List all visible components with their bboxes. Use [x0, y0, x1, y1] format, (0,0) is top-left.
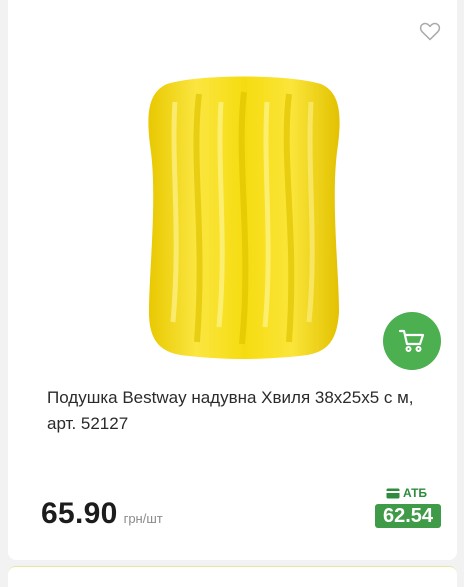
cart-icon	[398, 329, 425, 352]
next-product-card[interactable]	[8, 566, 457, 587]
atb-label-text: АТБ	[403, 486, 428, 500]
favorite-button[interactable]	[418, 19, 442, 43]
heart-icon	[419, 22, 441, 41]
product-title[interactable]: Подушка Bestway надувна Хвиля 38x25x5 с …	[47, 385, 437, 437]
product-image[interactable]	[139, 72, 349, 362]
price-unit: грн/шт	[123, 511, 163, 526]
price-row: 65.90 грн/шт	[41, 497, 163, 531]
atb-price-badge: 62.54	[375, 504, 441, 528]
atb-card-label: АТБ	[386, 486, 427, 500]
add-to-cart-button[interactable]	[383, 312, 441, 370]
card-icon	[386, 488, 400, 498]
product-card[interactable]: Подушка Bestway надувна Хвиля 38x25x5 с …	[8, 0, 457, 560]
regular-price: 65.90	[41, 497, 118, 530]
